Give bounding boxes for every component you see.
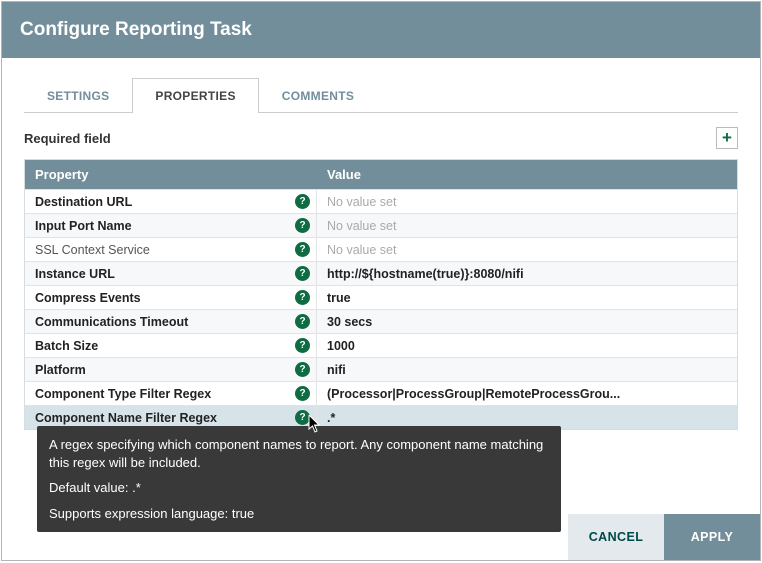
- tooltip-default: Default value: .*: [49, 479, 549, 497]
- column-header-value: Value: [317, 160, 737, 189]
- table-row[interactable]: SSL Context Service?No value set: [25, 237, 737, 261]
- property-name: Component Type Filter Regex: [35, 387, 295, 401]
- help-tooltip: A regex specifying which component names…: [37, 426, 561, 532]
- property-cell: Compress Events?: [25, 286, 317, 309]
- property-cell: Destination URL?: [25, 190, 317, 213]
- table-row[interactable]: Batch Size?1000: [25, 333, 737, 357]
- add-property-button[interactable]: +: [716, 127, 738, 149]
- tooltip-el: Supports expression language: true: [49, 505, 549, 523]
- table-row[interactable]: Compress Events?true: [25, 285, 737, 309]
- property-cell: Platform?: [25, 358, 317, 381]
- properties-table: Property Value Destination URL?No value …: [24, 159, 738, 430]
- property-cell: Instance URL?: [25, 262, 317, 285]
- property-cell: SSL Context Service?: [25, 238, 317, 261]
- tab-properties[interactable]: PROPERTIES: [132, 78, 258, 113]
- property-value[interactable]: 1000: [317, 334, 737, 357]
- property-cell: Batch Size?: [25, 334, 317, 357]
- property-name: Destination URL: [35, 195, 295, 209]
- help-icon[interactable]: ?: [295, 362, 310, 377]
- property-name: Platform: [35, 363, 295, 377]
- help-icon[interactable]: ?: [295, 314, 310, 329]
- configure-reporting-task-dialog: Configure Reporting Task SETTINGS PROPER…: [1, 1, 761, 561]
- table-row[interactable]: Component Type Filter Regex?(Processor|P…: [25, 381, 737, 405]
- property-value[interactable]: true: [317, 286, 737, 309]
- property-name: Instance URL: [35, 267, 295, 281]
- property-value[interactable]: http://${hostname(true)}:8080/nifi: [317, 262, 737, 285]
- property-value[interactable]: (Processor|ProcessGroup|RemoteProcessGro…: [317, 382, 737, 405]
- tooltip-description: A regex specifying which component names…: [49, 436, 549, 471]
- tab-settings[interactable]: SETTINGS: [24, 78, 132, 113]
- property-name: Batch Size: [35, 339, 295, 353]
- property-name: Component Name Filter Regex: [35, 411, 295, 425]
- table-row[interactable]: Communications Timeout?30 secs: [25, 309, 737, 333]
- table-row[interactable]: Destination URL?No value set: [25, 189, 737, 213]
- help-icon[interactable]: ?: [295, 410, 310, 425]
- property-name: SSL Context Service: [35, 243, 295, 257]
- help-icon[interactable]: ?: [295, 338, 310, 353]
- table-row[interactable]: Input Port Name?No value set: [25, 213, 737, 237]
- dialog-titlebar: Configure Reporting Task: [2, 2, 760, 58]
- property-value[interactable]: No value set: [317, 238, 737, 261]
- property-cell: Communications Timeout?: [25, 310, 317, 333]
- help-icon[interactable]: ?: [295, 266, 310, 281]
- help-icon[interactable]: ?: [295, 386, 310, 401]
- table-header: Property Value: [25, 160, 737, 189]
- help-icon[interactable]: ?: [295, 218, 310, 233]
- property-cell: Component Type Filter Regex?: [25, 382, 317, 405]
- plus-icon: +: [722, 128, 732, 148]
- help-icon[interactable]: ?: [295, 242, 310, 257]
- help-icon[interactable]: ?: [295, 290, 310, 305]
- required-field-label: Required field: [24, 131, 111, 146]
- property-value[interactable]: 30 secs: [317, 310, 737, 333]
- tab-bar: SETTINGS PROPERTIES COMMENTS: [24, 78, 738, 113]
- property-name: Input Port Name: [35, 219, 295, 233]
- property-value[interactable]: No value set: [317, 190, 737, 213]
- help-icon[interactable]: ?: [295, 194, 310, 209]
- tab-comments[interactable]: COMMENTS: [259, 78, 377, 113]
- table-row[interactable]: Platform?nifi: [25, 357, 737, 381]
- property-value[interactable]: No value set: [317, 214, 737, 237]
- cancel-button[interactable]: CANCEL: [568, 514, 664, 560]
- property-name: Communications Timeout: [35, 315, 295, 329]
- property-name: Compress Events: [35, 291, 295, 305]
- property-value[interactable]: nifi: [317, 358, 737, 381]
- required-field-row: Required field +: [24, 127, 738, 149]
- column-header-property: Property: [25, 160, 317, 189]
- dialog-title: Configure Reporting Task: [20, 19, 252, 41]
- table-row[interactable]: Instance URL?http://${hostname(true)}:80…: [25, 261, 737, 285]
- property-cell: Input Port Name?: [25, 214, 317, 237]
- apply-button[interactable]: APPLY: [664, 514, 760, 560]
